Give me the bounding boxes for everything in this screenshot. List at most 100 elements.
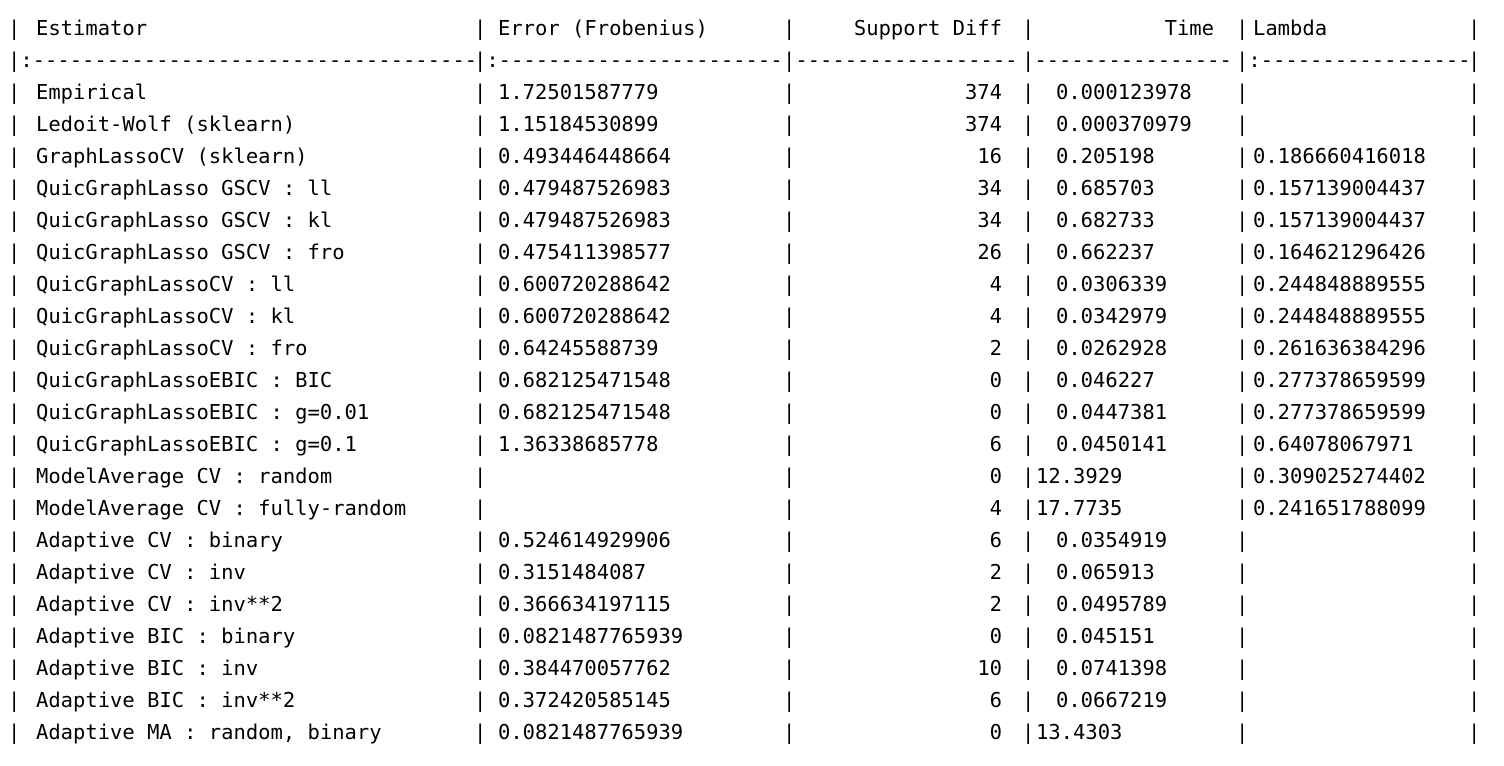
estimator-cell: Empirical — [36, 80, 148, 104]
time-cell: 0.662237 — [1056, 240, 1155, 264]
column-divider: | — [1468, 304, 1481, 328]
column-divider: | — [1468, 336, 1481, 360]
support-diff-cell: 0 — [989, 624, 1002, 648]
column-divider: | — [474, 400, 487, 424]
column-divider: | — [1236, 336, 1249, 360]
lambda-cell: 0.244848889555 — [1253, 304, 1426, 328]
support-diff-cell: 34 — [977, 176, 1002, 200]
column-divider: | — [783, 80, 796, 104]
estimator-cell: Adaptive BIC : binary — [36, 624, 296, 648]
time-cell: 0.0450141 — [1056, 432, 1168, 456]
column-divider: | — [1236, 688, 1249, 712]
estimator-cell: GraphLassoCV (sklearn) — [36, 144, 308, 168]
estimator-cell: Adaptive CV : binary — [36, 528, 283, 552]
column-divider: | — [1468, 240, 1481, 264]
time-cell: 0.000370979 — [1056, 112, 1192, 136]
time-cell: 0.0741398 — [1056, 656, 1168, 680]
support-diff-cell: 4 — [989, 304, 1002, 328]
estimator-cell: QuicGraphLassoCV : ll — [36, 272, 296, 296]
column-divider: | — [783, 304, 796, 328]
support-diff-cell: 10 — [977, 656, 1002, 680]
table-row: | | | | | | QuicGraphLasso GSCV : ll 0.47948752… — [0, 172, 1504, 204]
column-divider: | — [474, 496, 487, 520]
column-divider: | — [474, 208, 487, 232]
column-divider: | — [1468, 144, 1481, 168]
error-cell: 0.524614929906 — [498, 528, 671, 552]
column-divider: | — [8, 400, 21, 424]
column-divider: | — [474, 176, 487, 200]
estimator-cell: Adaptive CV : inv**2 — [36, 592, 283, 616]
column-divider: | — [1236, 432, 1249, 456]
error-cell: 0.682125471548 — [498, 368, 671, 392]
column-divider: | — [1022, 208, 1035, 232]
column-divider: | — [474, 656, 487, 680]
column-divider: | — [8, 112, 21, 136]
separator-segment: |:------------------------ — [474, 48, 783, 72]
column-divider: | — [783, 176, 796, 200]
header-time[interactable]: Time — [1036, 12, 1214, 44]
time-cell: 0.0354919 — [1056, 528, 1168, 552]
column-divider: | — [474, 560, 487, 584]
header-lambda[interactable]: Lambda — [1253, 12, 1327, 44]
table-row: | | | | | | ModelAverage CV : fully-random 4 17.… — [0, 492, 1504, 524]
column-divider: | — [1236, 16, 1249, 40]
column-divider: | — [1468, 432, 1481, 456]
column-divider: | — [1236, 624, 1249, 648]
column-divider: | — [1022, 496, 1035, 520]
error-cell: 0.600720288642 — [498, 272, 671, 296]
column-divider: | — [474, 432, 487, 456]
header-estimator[interactable]: Estimator — [36, 12, 147, 44]
time-cell: 0.685703 — [1056, 176, 1155, 200]
table-row: | | | | | | QuicGraphLassoCV : kl 0.60072028864… — [0, 300, 1504, 332]
time-cell: 0.205198 — [1056, 144, 1155, 168]
support-diff-cell: 0 — [989, 720, 1002, 744]
table-row: | | | | | | Adaptive BIC : inv 0.384470057762 10… — [0, 652, 1504, 684]
support-diff-cell: 6 — [989, 528, 1002, 552]
column-divider: | — [1236, 144, 1249, 168]
error-cell: 0.366634197115 — [498, 592, 671, 616]
support-diff-cell: 2 — [989, 560, 1002, 584]
column-divider: | — [8, 80, 21, 104]
column-divider: | — [783, 656, 796, 680]
table-row: | | | | | | QuicGraphLasso GSCV : fro 0.4754113… — [0, 236, 1504, 268]
estimator-cell: Adaptive CV : inv — [36, 560, 246, 584]
time-cell: 0.0342979 — [1056, 304, 1168, 328]
column-divider: | — [1468, 592, 1481, 616]
column-divider: | — [8, 240, 21, 264]
column-divider: | — [1022, 144, 1035, 168]
column-divider: | — [1236, 368, 1249, 392]
table-header-row: | | | | | | Estimator Error (Frobenius) Support … — [0, 12, 1504, 44]
header-error[interactable]: Error (Frobenius) — [498, 12, 708, 44]
column-divider: | — [1022, 464, 1035, 488]
column-divider: | — [783, 272, 796, 296]
table-separator-row: |:------------------------------------- |… — [0, 44, 1504, 76]
time-cell: 0.0306339 — [1056, 272, 1168, 296]
support-diff-cell: 374 — [964, 80, 1002, 104]
header-support-diff[interactable]: Support Diff — [800, 12, 1002, 44]
column-divider: | — [474, 528, 487, 552]
estimator-cell: Adaptive BIC : inv — [36, 656, 259, 680]
column-divider: | — [1022, 560, 1035, 584]
lambda-cell: 0.241651788099 — [1253, 496, 1426, 520]
support-diff-cell: 4 — [989, 496, 1002, 520]
column-divider: | — [1022, 80, 1035, 104]
estimator-cell: QuicGraphLassoEBIC : g=0.01 — [36, 400, 370, 424]
column-divider: | — [1468, 720, 1481, 744]
separator-segment: |------------------: — [783, 48, 1022, 72]
column-divider: | — [1468, 688, 1481, 712]
time-cell: 0.046227 — [1056, 368, 1155, 392]
time-cell: 0.682733 — [1056, 208, 1155, 232]
column-divider: | — [783, 240, 796, 264]
column-divider: | — [474, 240, 487, 264]
column-divider: | — [474, 720, 487, 744]
time-cell: 12.3929 — [1036, 464, 1123, 488]
column-divider: | — [1468, 112, 1481, 136]
error-cell: 1.72501587779 — [498, 80, 659, 104]
estimator-cell: QuicGraphLasso GSCV : fro — [36, 240, 345, 264]
error-cell: 0.0821487765939 — [498, 624, 684, 648]
lambda-cell: 0.157139004437 — [1253, 176, 1426, 200]
table-row: | | | | | | Adaptive CV : inv**2 0.366634197115… — [0, 588, 1504, 620]
column-divider: | — [783, 624, 796, 648]
column-divider: | — [1236, 240, 1249, 264]
column-divider: | — [1236, 656, 1249, 680]
